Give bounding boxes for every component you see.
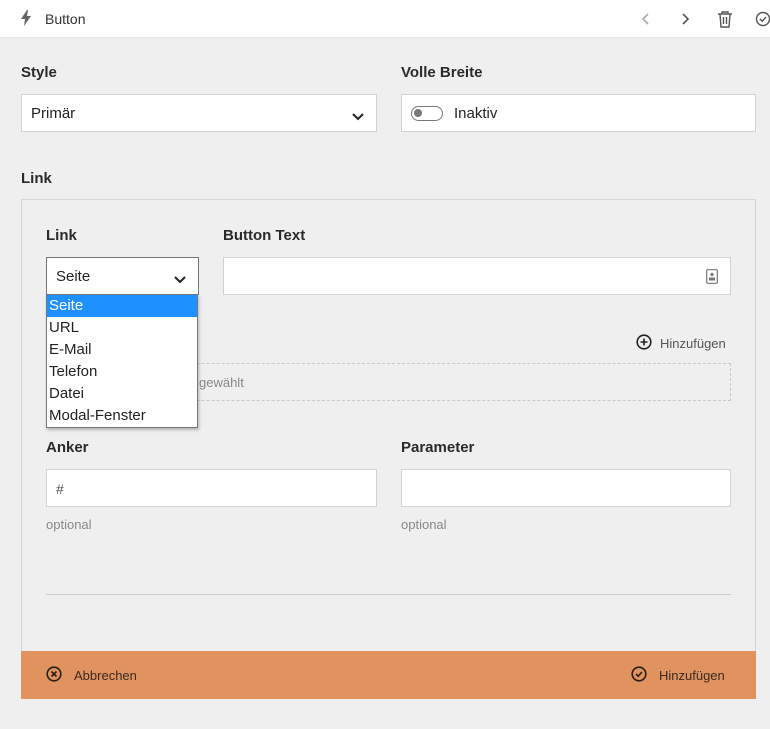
placeholder-text: gewählt [199, 375, 244, 390]
chevron-right-icon[interactable] [674, 8, 696, 30]
divider [46, 594, 731, 595]
button-text-label: Button Text [223, 227, 306, 244]
chevron-down-icon [352, 108, 364, 124]
option-seite[interactable]: Seite [47, 295, 197, 317]
anchor-input[interactable]: # [46, 469, 377, 507]
parameter-hint: optional [401, 517, 447, 532]
add-page-label: Hinzufügen [660, 336, 726, 351]
check-circle-icon[interactable] [752, 8, 770, 30]
link-type-select[interactable]: Seite [46, 257, 199, 295]
confirm-label: Hinzufügen [659, 668, 725, 683]
link-type-options: Seite URL E-Mail Telefon Datei Modal-Fen… [46, 294, 198, 428]
option-datei[interactable]: Datei [47, 383, 197, 405]
parameter-input[interactable] [401, 469, 731, 507]
anchor-placeholder: # [56, 481, 64, 497]
option-email[interactable]: E-Mail [47, 339, 197, 361]
link-section-title: Link [21, 170, 52, 187]
add-page-button[interactable]: Hinzufügen [636, 334, 726, 353]
anchor-hint: optional [46, 517, 92, 532]
trash-icon[interactable] [714, 8, 736, 30]
full-width-toggle-label: Inaktiv [454, 105, 498, 122]
style-select[interactable]: Primär [21, 94, 377, 132]
style-label: Style [21, 64, 57, 81]
close-circle-icon [46, 666, 62, 685]
confirm-add-button[interactable]: Hinzufügen [631, 666, 725, 685]
toggle-knob [414, 109, 422, 117]
option-modal-fenster[interactable]: Modal-Fenster [47, 405, 197, 427]
button-text-input[interactable] [223, 257, 731, 295]
check-circle-icon [631, 666, 647, 685]
chevron-left-icon[interactable] [635, 8, 657, 30]
lightning-icon [20, 10, 32, 26]
full-width-label: Volle Breite [401, 64, 483, 81]
cancel-label: Abbrechen [74, 668, 137, 683]
anchor-label: Anker [46, 439, 89, 456]
chevron-down-icon [174, 271, 186, 287]
full-width-field: Inaktiv [401, 94, 756, 132]
plus-circle-icon [636, 334, 652, 353]
full-width-toggle[interactable] [411, 106, 443, 121]
option-url[interactable]: URL [47, 317, 197, 339]
style-select-value: Primär [31, 105, 76, 122]
parameter-label: Parameter [401, 439, 475, 456]
contact-card-icon[interactable] [706, 269, 718, 287]
option-telefon[interactable]: Telefon [47, 361, 197, 383]
top-bar: Button [0, 0, 770, 38]
link-type-label: Link [46, 227, 77, 244]
link-type-select-value: Seite [56, 268, 91, 285]
panel-footer: Abbrechen Hinzufügen [21, 651, 756, 699]
page-title: Button [45, 11, 86, 27]
cancel-button[interactable]: Abbrechen [46, 666, 137, 685]
